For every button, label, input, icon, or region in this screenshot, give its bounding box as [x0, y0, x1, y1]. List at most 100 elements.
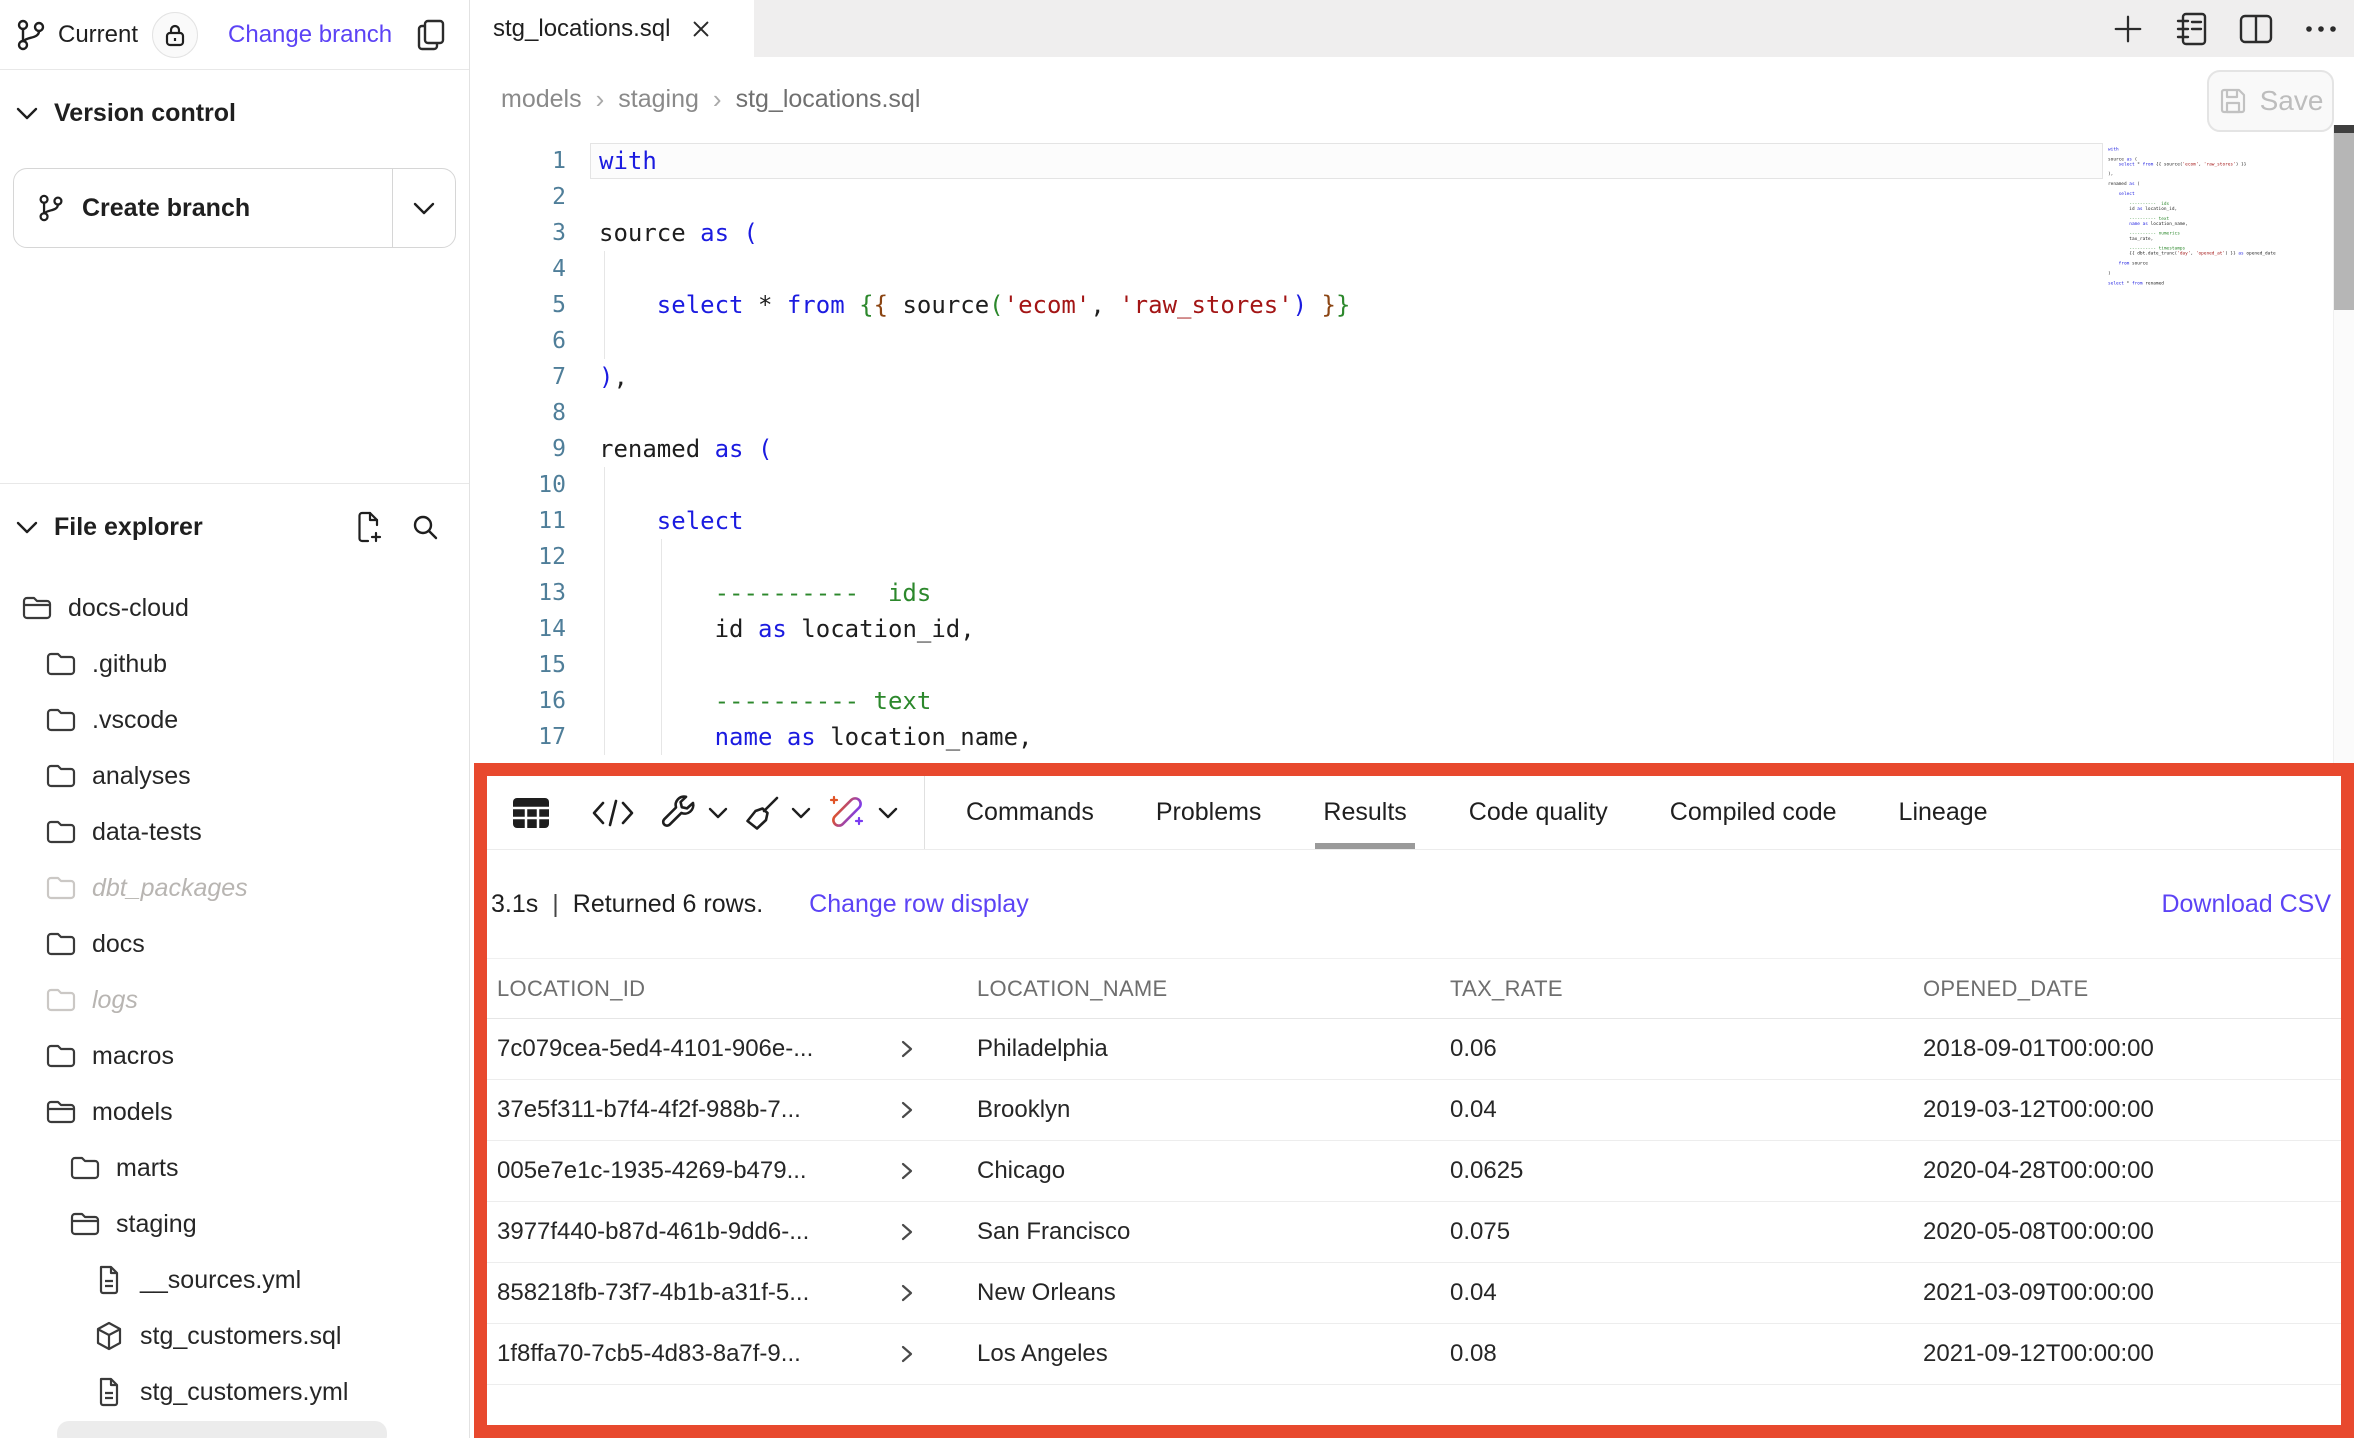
- file-tree-label: docs: [92, 930, 145, 959]
- code-line-15[interactable]: [599, 647, 1350, 683]
- line-number: 10: [471, 467, 566, 503]
- code-line-17[interactable]: name as location_name,: [599, 719, 1350, 755]
- panel-tab-problems[interactable]: Problems: [1156, 776, 1262, 849]
- change-branch-link[interactable]: Change branch: [228, 21, 392, 49]
- expand-row-icon[interactable]: [900, 1344, 914, 1364]
- file-tree-item-macros[interactable]: macros: [0, 1028, 468, 1084]
- file-tree-label: docs-cloud: [68, 594, 189, 623]
- file-tree-item-data-tests[interactable]: data-tests: [0, 804, 468, 860]
- table-row-3: 005e7e1c-1935-4269-b479...Chicago0.06252…: [487, 1141, 2341, 1202]
- panel-tab-results[interactable]: Results: [1323, 776, 1406, 849]
- folder-icon: [46, 651, 76, 677]
- expand-row-icon[interactable]: [900, 1283, 914, 1303]
- code-line-10[interactable]: [599, 467, 1350, 503]
- code-line-12[interactable]: [599, 539, 1350, 575]
- file-tree-item-docs-cloud[interactable]: docs-cloud: [0, 580, 468, 636]
- editor-scrollbar[interactable]: [2333, 125, 2354, 763]
- code-line-1[interactable]: with: [599, 143, 1350, 179]
- change-row-display-link[interactable]: Change row display: [809, 890, 1029, 919]
- expand-row-icon[interactable]: [900, 1039, 914, 1059]
- column-header-location-name: LOCATION_NAME: [967, 976, 1440, 1002]
- cell-location-name: New Orleans: [967, 1279, 1440, 1307]
- expand-row-icon[interactable]: [900, 1222, 914, 1242]
- code-line-9[interactable]: renamed as (: [599, 431, 1350, 467]
- cell-location-name: San Francisco: [967, 1218, 1440, 1246]
- save-icon: [2218, 86, 2248, 116]
- file-tree-item-sources-yml[interactable]: __sources.yml: [0, 1252, 468, 1308]
- code-icon[interactable]: [581, 798, 645, 828]
- line-number: 16: [471, 683, 566, 719]
- code-line-16[interactable]: ---------- text: [599, 683, 1350, 719]
- wrench-dropdown[interactable]: [659, 793, 728, 833]
- panel-tab-commands[interactable]: Commands: [966, 776, 1094, 849]
- cell-location-name: Brooklyn: [967, 1096, 1440, 1124]
- notebook-icon[interactable]: [2174, 11, 2208, 47]
- version-control-header[interactable]: Version control: [16, 93, 453, 133]
- tab-stg-locations[interactable]: stg_locations.sql: [471, 0, 754, 57]
- format-dropdown[interactable]: [742, 793, 811, 833]
- code-line-2[interactable]: [599, 179, 1350, 215]
- file-tree-label: stg_customers.sql: [140, 1322, 341, 1351]
- code-area[interactable]: with source as ( select * from {{ source(…: [599, 143, 1350, 755]
- search-icon[interactable]: [411, 513, 439, 541]
- code-line-4[interactable]: [599, 251, 1350, 287]
- code-line-8[interactable]: [599, 395, 1350, 431]
- file-tree-item-staging[interactable]: staging: [0, 1196, 468, 1252]
- code-line-14[interactable]: id as location_id,: [599, 611, 1350, 647]
- new-tab-icon[interactable]: [2112, 13, 2144, 45]
- file-tree-item-dbt-packages[interactable]: dbt_packages: [0, 860, 468, 916]
- expand-row-icon[interactable]: [900, 1161, 914, 1181]
- file-tree-item-marts[interactable]: marts: [0, 1140, 468, 1196]
- file-tree-item-stg-customers-yml[interactable]: stg_customers.yml: [0, 1364, 468, 1420]
- line-number: 11: [471, 503, 566, 539]
- chevron-down-icon: [708, 807, 728, 819]
- scrollbar-cap: [2334, 125, 2354, 133]
- cell-location-id: 3977f440-b87d-461b-9dd6-...: [487, 1218, 967, 1246]
- code-line-3[interactable]: source as (: [599, 215, 1350, 251]
- code-line-5[interactable]: select * from {{ source('ecom', 'raw_sto…: [599, 287, 1350, 323]
- file-tree-item-analyses[interactable]: analyses: [0, 748, 468, 804]
- save-button[interactable]: Save: [2207, 70, 2334, 132]
- file-tree-item-docs[interactable]: docs: [0, 916, 468, 972]
- file-tree-label: models: [92, 1098, 173, 1127]
- file-tree-item-stg-customers-sql[interactable]: stg_customers.sql: [0, 1308, 468, 1364]
- cell-location-name: Chicago: [967, 1157, 1440, 1185]
- create-branch-main[interactable]: Create branch: [14, 169, 392, 247]
- code-line-6[interactable]: [599, 323, 1350, 359]
- folder-icon: [46, 763, 76, 789]
- file-tree-item-models[interactable]: models: [0, 1084, 468, 1140]
- code-line-7[interactable]: ),: [599, 359, 1350, 395]
- code-line-13[interactable]: ---------- ids: [599, 575, 1350, 611]
- more-options-icon[interactable]: [2304, 24, 2338, 34]
- new-file-icon[interactable]: [355, 511, 383, 543]
- file-tree-item-logs[interactable]: logs: [0, 972, 468, 1028]
- table-grid-icon[interactable]: [501, 795, 561, 831]
- file-tree-item-vscode[interactable]: .vscode: [0, 692, 468, 748]
- copy-branch-icon[interactable]: [416, 18, 446, 52]
- panel-tab-compiled-code[interactable]: Compiled code: [1670, 776, 1837, 849]
- copilot-dropdown[interactable]: [825, 791, 898, 835]
- results-table: LOCATION_IDLOCATION_NAMETAX_RATEOPENED_D…: [487, 958, 2341, 1425]
- file-tree-label: .vscode: [92, 706, 178, 735]
- code-editor[interactable]: 1234567891011121314151617 withsource as …: [471, 143, 2354, 763]
- close-icon[interactable]: [690, 18, 712, 40]
- create-branch-dropdown[interactable]: [393, 169, 455, 247]
- scrollbar-thumb[interactable]: [2334, 133, 2354, 310]
- download-csv-link[interactable]: Download CSV: [2161, 890, 2331, 919]
- table-row-2: 37e5f311-b7f4-4f2f-988b-7...Brooklyn0.04…: [487, 1080, 2341, 1141]
- split-editor-icon[interactable]: [2238, 13, 2274, 45]
- code-line-11[interactable]: select: [599, 503, 1350, 539]
- create-branch-label: Create branch: [82, 194, 250, 223]
- panel-tab-code-quality[interactable]: Code quality: [1469, 776, 1608, 849]
- minimap[interactable]: withsource as ( select * from {{ source(…: [2108, 147, 2268, 286]
- file-explorer-header[interactable]: File explorer: [16, 507, 439, 547]
- file-tree-label: dbt_packages: [92, 874, 248, 903]
- expand-row-icon[interactable]: [900, 1100, 914, 1120]
- file-tree-item-github[interactable]: .github: [0, 636, 468, 692]
- column-header-opened-date: OPENED_DATE: [1913, 976, 2341, 1002]
- panel-tab-lineage[interactable]: Lineage: [1899, 776, 1988, 849]
- file-explorer-title: File explorer: [54, 513, 203, 542]
- file-tree-selected-item[interactable]: [57, 1421, 387, 1438]
- create-branch-button[interactable]: Create branch: [13, 168, 456, 248]
- cell-tax-rate: 0.075: [1440, 1218, 1913, 1246]
